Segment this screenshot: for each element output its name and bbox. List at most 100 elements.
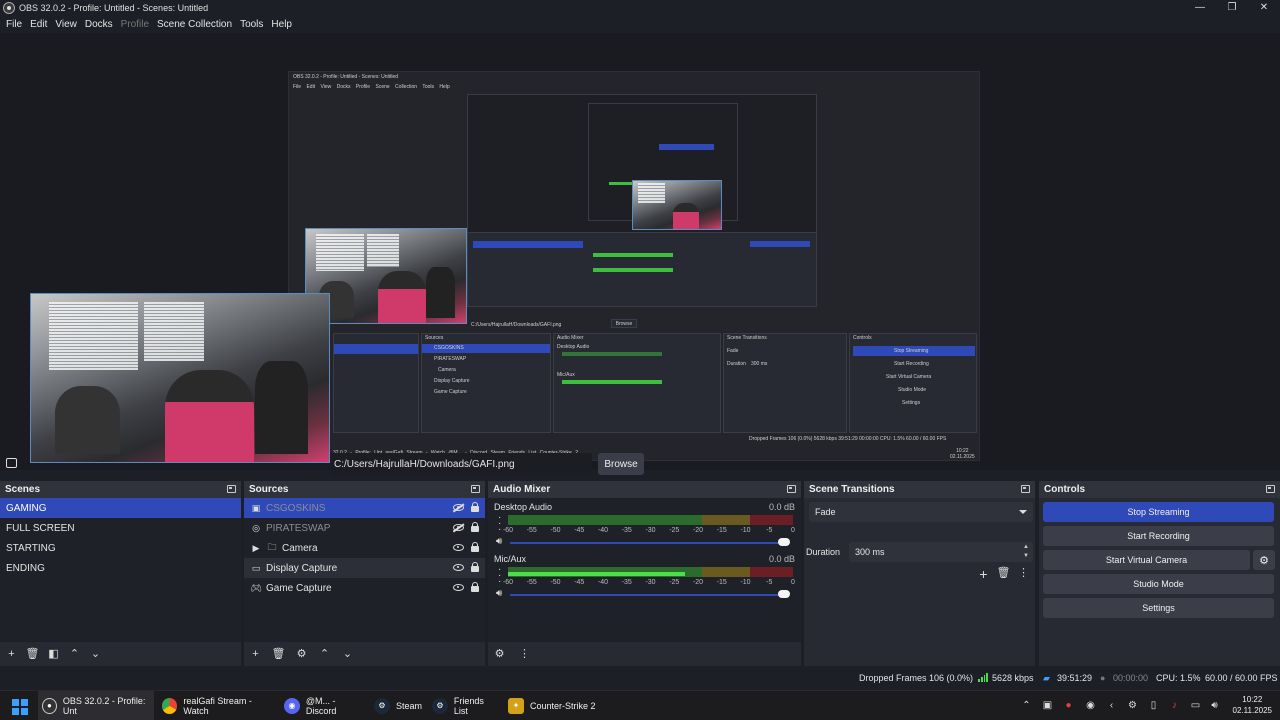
menu-scene-collection[interactable]: Scene Collection [153, 19, 236, 30]
undock-icon[interactable] [1266, 485, 1275, 493]
volume-slider-track[interactable] [510, 594, 780, 596]
spin-down-icon[interactable]: ▼ [1023, 553, 1029, 559]
visibility-hidden-icon[interactable] [453, 504, 464, 511]
visibility-icon[interactable] [453, 544, 464, 551]
system-clock[interactable]: 10:22 02.11.2025 [1233, 694, 1272, 716]
windows-taskbar: ● OBS 32.0.2 - Profile: Unt realGafi Str… [0, 690, 1280, 720]
taskbar-app-discord[interactable]: ◉ @M... - Discord [280, 691, 368, 720]
expand-arrow-icon[interactable]: ▶ [250, 542, 262, 554]
preview-area[interactable]: OBS 32.0.2 - Profile: Untitled - Scenes:… [0, 33, 1280, 470]
add-source-button[interactable]: + [250, 648, 261, 660]
transition-menu-button[interactable]: ⋮ [1018, 568, 1029, 579]
spin-up-icon[interactable]: ▲ [1023, 544, 1029, 550]
undock-icon[interactable] [787, 485, 796, 493]
battery-icon[interactable]: ▯ [1147, 699, 1160, 712]
source-label: PIRATESWAP [266, 522, 331, 534]
scene-filters-button[interactable]: ◧ [48, 648, 59, 660]
start-recording-button[interactable]: Start Recording [1043, 526, 1274, 546]
visibility-icon[interactable] [453, 564, 464, 571]
source-item-game-capture[interactable]: 🎮︎ Game Capture [244, 578, 485, 598]
controls-dock: Controls Stop Streaming Start Recording … [1039, 481, 1280, 666]
lock-icon[interactable] [471, 542, 479, 552]
close-button[interactable]: ✕ [1248, 0, 1280, 15]
source-label: CSGOSKINS [266, 502, 326, 514]
clock-date: 02.11.2025 [1232, 706, 1272, 715]
microphone-icon[interactable]: ♪ [1168, 699, 1181, 712]
scene-item-gaming[interactable]: GAMING [0, 498, 241, 518]
network-icon[interactable]: ▭ [1189, 699, 1202, 712]
stop-streaming-button[interactable]: Stop Streaming [1043, 502, 1274, 522]
taskbar-app-chrome[interactable]: realGafi Stream - Watch [158, 691, 276, 720]
lock-icon[interactable] [471, 522, 479, 532]
menu-tools[interactable]: Tools [236, 19, 267, 30]
kebab-menu-icon[interactable]: · · · [498, 513, 501, 535]
menu-profile[interactable]: Profile [117, 19, 153, 30]
volume-slider-handle[interactable] [778, 538, 790, 546]
lock-icon[interactable] [471, 582, 479, 592]
menu-view[interactable]: View [51, 19, 81, 30]
add-scene-button[interactable]: + [6, 648, 17, 660]
menu-file[interactable]: File [2, 19, 26, 30]
duration-spinbox[interactable]: 300 ms ▲ ▼ [849, 542, 1033, 562]
undock-icon[interactable] [227, 485, 236, 493]
chevron-up-icon[interactable]: ⌃ [1020, 699, 1033, 712]
undock-icon[interactable] [1021, 485, 1030, 493]
speaker-icon[interactable]: 🔊︎ [496, 588, 502, 599]
volume-slider-track[interactable] [510, 542, 780, 544]
taskbar-app-friends[interactable]: ⚙ Friends List [428, 691, 500, 720]
tray-steam-icon[interactable]: ⚙ [1126, 699, 1139, 712]
source-item-pirateswap[interactable]: ◎ PIRATESWAP [244, 518, 485, 538]
lock-icon[interactable] [471, 502, 479, 512]
taskbar-app-steam[interactable]: ⚙ Steam [370, 691, 426, 720]
undock-icon[interactable] [471, 485, 480, 493]
transition-select[interactable]: Fade [809, 502, 1033, 522]
move-source-up-button[interactable]: ⌃ [319, 648, 330, 660]
dropped-frames: Dropped Frames 106 (0.0%) [859, 673, 974, 683]
scene-item-starting[interactable]: STARTING [0, 538, 241, 558]
source-item-camera[interactable]: ▶ 🗀 Camera [244, 538, 485, 558]
settings-button[interactable]: Settings [1043, 598, 1274, 618]
taskbar-app-cs2[interactable]: ✦ Counter-Strike 2 [504, 691, 596, 720]
minimize-button[interactable]: — [1184, 0, 1216, 15]
source-item-display-capture[interactable]: ▭ Display Capture [244, 558, 485, 578]
menu-help[interactable]: Help [267, 19, 296, 30]
maximize-button[interactable]: ❐ [1216, 0, 1248, 15]
tray-record-icon[interactable]: ● [1062, 699, 1075, 712]
advanced-audio-properties-button[interactable]: ⚙ [494, 648, 505, 660]
tray-discord-icon[interactable]: ◉ [1084, 699, 1097, 712]
add-transition-button[interactable]: + [978, 567, 989, 581]
taskbar-app-obs[interactable]: ● OBS 32.0.2 - Profile: Unt [38, 691, 154, 720]
lock-icon[interactable] [471, 562, 479, 572]
volume-icon[interactable]: 🔊︎ [1208, 699, 1221, 712]
windows-start-icon[interactable] [12, 699, 28, 715]
kebab-menu-icon[interactable]: · · · [498, 565, 501, 587]
move-scene-up-button[interactable]: ⌃ [69, 648, 80, 660]
visibility-icon[interactable] [453, 584, 464, 591]
channel-name: Desktop Audio [494, 502, 553, 512]
menu-docks[interactable]: Docks [81, 19, 117, 30]
scene-item-ending[interactable]: ENDING [0, 558, 241, 578]
speaker-icon[interactable]: 🔊︎ [496, 536, 502, 547]
webcam-source[interactable] [30, 293, 330, 463]
mixer-menu-button[interactable]: ⋮ [519, 648, 530, 660]
browse-button[interactable]: Browse [598, 453, 644, 475]
tray-arrow-icon[interactable]: ‹ [1105, 699, 1118, 712]
studio-mode-button[interactable]: Studio Mode [1043, 574, 1274, 594]
menu-edit[interactable]: Edit [26, 19, 51, 30]
remove-transition-button[interactable]: 🗑 [997, 568, 1011, 579]
remove-source-button[interactable]: 🗑 [272, 648, 286, 660]
preview-canvas[interactable]: OBS 32.0.2 - Profile: Untitled - Scenes:… [288, 71, 980, 461]
move-source-down-button[interactable]: ⌄ [342, 648, 353, 660]
scene-item-full-screen[interactable]: FULL SCREEN [0, 518, 241, 538]
visibility-hidden-icon[interactable] [453, 524, 464, 531]
file-path-field[interactable]: C:/Users/HajrullaH/Downloads/GAFI.png [330, 453, 592, 475]
tray-app-icon[interactable]: ▣ [1041, 699, 1054, 712]
meter-tick-label: 0 [791, 527, 795, 534]
virtual-camera-settings-gear-icon[interactable]: ⚙ [1253, 550, 1275, 570]
volume-slider-handle[interactable] [778, 590, 790, 598]
move-scene-down-button[interactable]: ⌄ [90, 648, 101, 660]
source-item-csgoskins[interactable]: ▣ CSGOSKINS [244, 498, 485, 518]
start-virtual-camera-button[interactable]: Start Virtual Camera [1043, 550, 1250, 570]
source-properties-button[interactable]: ⚙ [296, 648, 307, 660]
remove-scene-button[interactable]: 🗑 [26, 648, 40, 660]
